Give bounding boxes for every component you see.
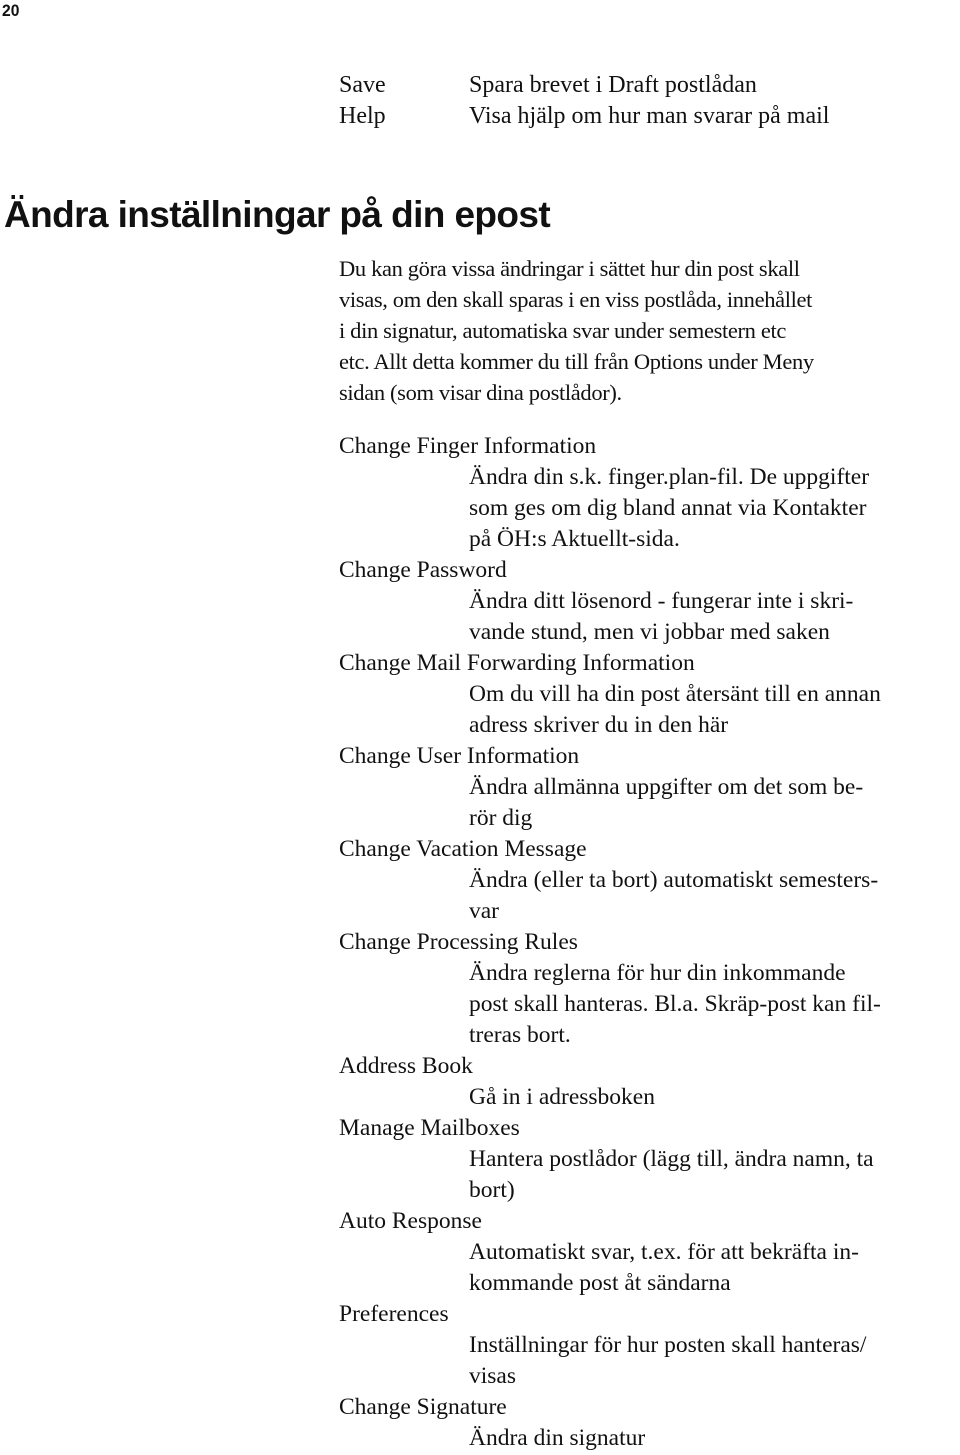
option-description-line: Ändra din s.k. finger.plan-fil. De uppgi… (469, 464, 870, 490)
option-label: Change Processing Rules (339, 929, 578, 955)
option-description-line: Ändra ditt lösenord - fungerar inte i sk… (469, 588, 854, 614)
command-row-help: Help Visa hjälp om hur man svarar på mai… (339, 101, 829, 132)
option-description: Ändra ditt lösenord - fungerar inte i sk… (469, 586, 960, 648)
option-description: Hantera postlådor (lägg till, ändra namn… (469, 1144, 960, 1206)
option-label: Change Password (339, 557, 507, 583)
option-description-line: Ändra reglerna för hur din inkommande (469, 960, 846, 986)
option-description-line: vande stund, men vi jobbar med saken (469, 619, 830, 645)
intro-line: etc. Allt detta kommer du till från Opti… (339, 349, 814, 374)
option-description-line: rör dig (469, 805, 533, 831)
option-entry: Manage Mailboxes Hantera postlådor (lägg … (339, 1113, 960, 1206)
option-description-line: adress skriver du in den här (469, 712, 729, 738)
option-description-line: post skall hanteras. Bl.a. Skräp-post ka… (469, 991, 881, 1017)
command-description: Visa hjälp om hur man svarar på mail (469, 103, 830, 129)
intro-paragraph: Du kan göra vissa ändringar i sättet hur… (339, 253, 959, 408)
option-description-line: Om du vill ha din post återsänt till en … (469, 681, 881, 707)
option-label: Auto Response (339, 1208, 482, 1234)
option-description-line: Ändra (eller ta bort) automatiskt semest… (469, 867, 879, 893)
option-entry: Change Processing Rules Ändra reglerna fö… (339, 927, 960, 1051)
page-number: 20 (2, 1, 20, 20)
option-description-line: Ändra din signatur (469, 1425, 646, 1451)
option-label: Manage Mailboxes (339, 1115, 520, 1141)
option-label: Change Signature (339, 1394, 507, 1420)
option-description-line: Automatiskt svar, t.ex. för att bekräfta… (469, 1239, 859, 1265)
option-description-line: bort) (469, 1177, 515, 1203)
command-row-save: Save Spara brevet i Draft postlådan (339, 70, 829, 101)
command-list: Save Spara brevet i Draft postlådan Help… (339, 70, 829, 132)
option-description: Automatiskt svar, t.ex. för att bekräfta… (469, 1237, 960, 1299)
option-entry: Change Signature Ändra din signatur (339, 1392, 960, 1454)
option-label: Change Finger Information (339, 433, 597, 459)
option-entry: Auto Response Automatiskt svar, t.ex. för… (339, 1206, 960, 1299)
intro-line: Du kan göra vissa ändringar i sättet hur… (339, 256, 800, 281)
option-label: Preferences (339, 1301, 449, 1327)
option-entry: Address Book Gå in i adressboken (339, 1051, 960, 1113)
command-description: Spara brevet i Draft postlådan (469, 72, 757, 98)
option-description-line: kommande post åt sändarna (469, 1270, 731, 1296)
option-label: Change Mail Forwarding Information (339, 650, 695, 676)
option-description: Om du vill ha din post återsänt till en … (469, 679, 960, 741)
command-key: Save (339, 72, 386, 98)
option-label: Change User Information (339, 743, 580, 769)
option-description: Ändra (eller ta bort) automatiskt semest… (469, 865, 960, 927)
intro-line: i din signatur, automatiska svar under s… (339, 318, 787, 343)
option-label: Change Vacation Message (339, 836, 587, 862)
option-entry: Change Vacation Message Ändra (eller ta b… (339, 834, 960, 927)
option-description-line: Gå in i adressboken (469, 1084, 655, 1110)
option-description: Inställningar för hur posten skall hante… (469, 1330, 960, 1392)
option-description: Gå in i adressboken (469, 1082, 960, 1113)
option-description: Ändra din s.k. finger.plan-fil. De uppgi… (469, 462, 960, 555)
option-description-line: som ges om dig bland annat via Kontakter (469, 495, 867, 521)
option-description-line: treras bort. (469, 1022, 571, 1048)
option-description: Ändra allmänna uppgifter om det som be-r… (469, 772, 960, 834)
intro-line: sidan (som visar dina postlådor). (339, 380, 622, 405)
option-description-line: Hantera postlådor (lägg till, ändra namn… (469, 1146, 874, 1172)
option-description-line: på ÖH:s Aktuellt-sida. (469, 526, 680, 552)
option-description-line: var (469, 898, 500, 924)
option-description-line: visas (469, 1363, 516, 1389)
option-entry: Change Finger Information Ändra din s.k. … (339, 431, 960, 555)
option-description: Ändra reglerna för hur din inkommande pos… (469, 958, 960, 1051)
intro-line: visas, om den skall sparas i en viss pos… (339, 287, 813, 312)
option-description-line: Inställningar för hur posten skall hante… (469, 1332, 867, 1358)
option-entry: Preferences Inställningar för hur posten … (339, 1299, 960, 1392)
option-description-line: Ändra allmänna uppgifter om det som be- (469, 774, 864, 800)
section-heading: Ändra inställningar på din epost (4, 194, 551, 235)
option-description: Ändra din signatur (469, 1423, 960, 1454)
option-label: Address Book (339, 1053, 473, 1079)
options-list: Change Finger Information Ändra din s.k. … (339, 431, 960, 1454)
option-entry: Change Password Ändra ditt lösenord - fun… (339, 555, 960, 648)
option-entry: Change Mail Forwarding Information Om du … (339, 648, 960, 741)
command-key: Help (339, 103, 386, 129)
option-entry: Change User Information Ändra allmänna up… (339, 741, 960, 834)
